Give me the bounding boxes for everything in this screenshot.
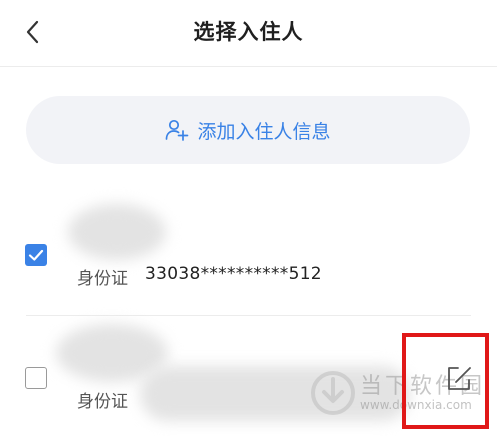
add-guest-button[interactable]: 添加入住人信息 xyxy=(26,96,470,164)
highlight-box xyxy=(402,333,489,429)
page-title: 选择入住人 xyxy=(193,20,304,44)
watermark-logo xyxy=(310,370,356,416)
guest-row[interactable]: 身份证 33038**********512 xyxy=(0,196,497,314)
guest-checkbox[interactable] xyxy=(25,367,47,389)
guest-checkbox[interactable] xyxy=(25,244,47,266)
id-number: 33038**********512 xyxy=(145,264,322,284)
id-type-label: 身份证 xyxy=(77,269,128,289)
add-guest-label: 添加入住人信息 xyxy=(197,120,331,143)
blurred-name xyxy=(68,204,166,260)
add-user-icon xyxy=(165,118,189,142)
nav-bar: 选择入住人 xyxy=(0,0,497,67)
id-type-label: 身份证 xyxy=(77,392,128,412)
